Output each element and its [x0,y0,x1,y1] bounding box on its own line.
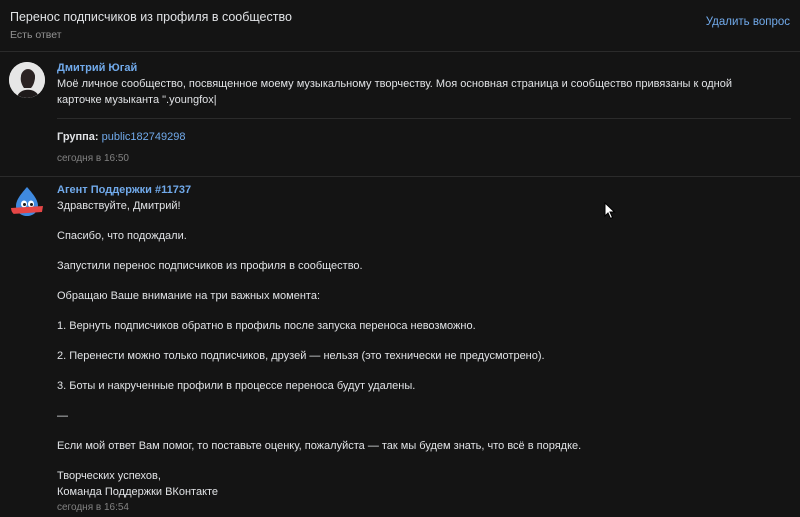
user-message: Дмитрий Югай Моё личное сообщество, посв… [0,52,800,176]
agent-message-time[interactable]: сегодня в 16:54 [57,502,129,513]
question-title: Перенос подписчиков из профиля в сообщес… [10,10,292,24]
agent-paragraph-rating: Если мой ответ Вам помог, то поставьте о… [57,440,582,452]
agent-signoff-2: Команда Поддержки ВКонтакте [57,486,219,498]
agent-avatar[interactable] [9,184,45,220]
user-avatar[interactable] [9,62,45,98]
user-message-line-1: Моё личное сообщество, посвященное моему… [57,78,733,90]
agent-point-3: 3. Боты и накрученные профили в процессе… [57,380,416,392]
group-row: Группа: public182749298 [57,129,185,145]
user-message-time[interactable]: сегодня в 16:50 [57,153,129,164]
agent-dash: — [57,410,68,422]
agent-paragraph-4: Обращаю Ваше внимание на три важных моме… [57,290,321,302]
mouse-cursor-icon [604,202,616,220]
delete-question-link[interactable]: Удалить вопрос [706,16,790,28]
user-message-line-2: карточке музыканта ".youngfox| [57,94,217,106]
agent-paragraph-3: Запустили перенос подписчиков из профиля… [57,260,363,272]
agent-author-name[interactable]: Агент Поддержки #11737 [57,184,191,196]
agent-point-2: 2. Перенести можно только подписчиков, д… [57,350,545,362]
agent-message: Агент Поддержки #11737 Здравствуйте, Дми… [0,176,800,517]
agent-greeting: Здравствуйте, Дмитрий! [57,200,181,212]
group-divider [57,118,791,119]
agent-point-1: 1. Вернуть подписчиков обратно в профиль… [57,320,476,332]
user-author-name[interactable]: Дмитрий Югай [57,62,137,74]
group-label: Группа: [57,131,99,143]
agent-avatar-image [11,187,43,216]
agent-paragraph-2: Спасибо, что подождали. [57,230,187,242]
question-status: Есть ответ [10,29,62,41]
agent-signoff-1: Творческих успехов, [57,470,161,482]
user-avatar-image [9,62,45,98]
group-link[interactable]: public182749298 [102,131,186,143]
question-header: Перенос подписчиков из профиля в сообщес… [0,0,800,52]
